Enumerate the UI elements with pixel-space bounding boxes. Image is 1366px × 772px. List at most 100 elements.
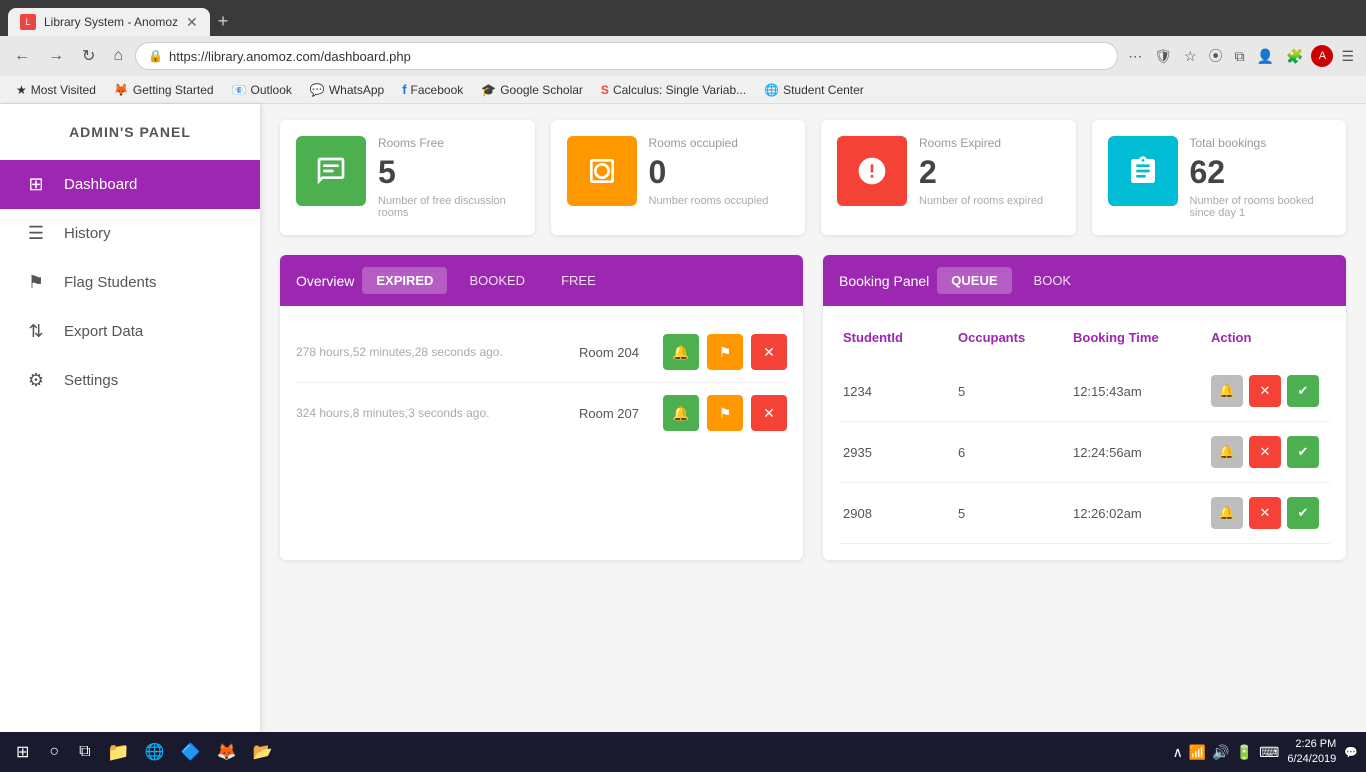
flag-icon: ⚑ (24, 272, 48, 293)
firefox-icon: 🦊 (114, 83, 129, 97)
bookmark-label: Getting Started (133, 83, 214, 97)
battery-icon: 🔋 (1236, 744, 1253, 761)
taskbar-time-display: 2:26 PM (1287, 737, 1336, 752)
bookmark-label: Google Scholar (500, 83, 583, 97)
sidebar-item-export-data[interactable]: ⇅ Export Data (0, 307, 260, 356)
notification-btn[interactable]: 💬 (1344, 746, 1358, 759)
overview-row2-room: Room 207 (579, 406, 639, 421)
sidebar-item-history[interactable]: ☰ History (0, 209, 260, 258)
booking-row3-actions: 🔔 ✕ ✔ (1211, 497, 1326, 529)
booking-row-3: 2908 5 12:26:02am 🔔 ✕ ✔ (839, 483, 1330, 544)
new-tab-button[interactable]: + (210, 7, 237, 36)
bookmark-whatsapp[interactable]: 💬 WhatsApp (302, 81, 392, 99)
confirm-btn-2[interactable]: ✔ (1287, 436, 1319, 468)
network-icon: 📶 (1189, 744, 1206, 761)
notify-btn-2[interactable]: 🔔 (663, 395, 699, 431)
booking-row2-time: 12:24:56am (1073, 445, 1211, 460)
taskbar-file-explorer[interactable]: 📁 (103, 736, 135, 768)
cancel-btn-1[interactable]: ✕ (1249, 375, 1281, 407)
task-view-btn[interactable]: ⧉ (71, 739, 98, 765)
keyboard-icon: ⌨ (1259, 744, 1279, 761)
taskbar-clock[interactable]: 2:26 PM 6/24/2019 (1287, 737, 1336, 768)
booking-tab-queue[interactable]: QUEUE (937, 267, 1011, 294)
system-tray-icons: ∧ 📶 🔊 🔋 ⌨ (1173, 744, 1280, 761)
overview-tab-booked[interactable]: BOOKED (455, 267, 539, 294)
rooms-occupied-info: Rooms occupied 0 Number rooms occupied (649, 136, 790, 207)
bookmark-getting-started[interactable]: 🦊 Getting Started (106, 81, 222, 99)
bell-btn-1[interactable]: 🔔 (1211, 375, 1243, 407)
booking-row2-occupants: 6 (958, 445, 1073, 460)
flag-btn-2[interactable]: ⚑ (707, 395, 743, 431)
profile-btn[interactable]: 👤 (1253, 44, 1278, 69)
remove-btn-2[interactable]: ✕ (751, 395, 787, 431)
bookmark-outlook[interactable]: 📧 Outlook (224, 81, 300, 99)
sidebar-item-label: Flag Students (64, 274, 157, 291)
bookmark-most-visited[interactable]: ★ Most Visited (8, 81, 104, 99)
star-button[interactable]: ☆ (1180, 44, 1201, 69)
shield-button[interactable]: 🛡 (1150, 44, 1176, 69)
start-button[interactable]: ⊞ (8, 738, 37, 766)
whatsapp-icon: 💬 (310, 83, 325, 97)
overview-tab-expired[interactable]: EXPIRED (362, 267, 447, 294)
taskbar-firefox[interactable]: 🦊 (211, 736, 243, 768)
booking-tab-book[interactable]: BOOK (1020, 267, 1086, 294)
stat-card-rooms-expired: Rooms Expired 2 Number of rooms expired (821, 120, 1076, 235)
sidebar-item-settings[interactable]: ⚙ Settings (0, 356, 260, 405)
url-text: https://library.anomoz.com/dashboard.php (169, 49, 411, 64)
col-booking-time: Booking Time (1073, 330, 1211, 345)
rooms-expired-icon-box (837, 136, 907, 206)
stat-card-rooms-free: Rooms Free 5 Number of free discussion r… (280, 120, 535, 235)
taskbar: ⊞ ○ ⧉ 📁 🌐 🔷 🦊 📂 ∧ 📶 🔊 🔋 ⌨ 2:26 PM 6/24/2… (0, 732, 1366, 772)
sidebar-title: ADMIN'S PANEL (0, 104, 260, 160)
confirm-btn-3[interactable]: ✔ (1287, 497, 1319, 529)
bookmark-facebook[interactable]: f Facebook (394, 80, 471, 99)
overview-panel: Overview EXPIRED BOOKED FREE 278 hours,5… (280, 255, 803, 560)
overview-tab-free[interactable]: FREE (547, 267, 610, 294)
total-bookings-label: Total bookings (1190, 136, 1331, 150)
rooms-free-info: Rooms Free 5 Number of free discussion r… (378, 136, 519, 219)
bookmark-google-scholar[interactable]: 🎓 Google Scholar (473, 81, 591, 99)
reload-button[interactable]: ↻ (76, 42, 101, 70)
tab-close-btn[interactable]: ✕ (186, 14, 198, 31)
notify-btn-1[interactable]: 🔔 (663, 334, 699, 370)
taskbar-folder[interactable]: 📂 (247, 736, 279, 768)
split-view-btn[interactable]: ⧉ (1231, 44, 1249, 69)
address-input[interactable]: 🔒 https://library.anomoz.com/dashboard.p… (135, 42, 1118, 70)
bell-btn-2[interactable]: 🔔 (1211, 436, 1243, 468)
overview-row-2: 324 hours,8 minutes,3 seconds ago. Room … (296, 383, 787, 443)
cancel-btn-3[interactable]: ✕ (1249, 497, 1281, 529)
rooms-free-label: Rooms Free (378, 136, 519, 150)
bookmark-calculus[interactable]: S Calculus: Single Variab... (593, 81, 754, 99)
remove-btn-1[interactable]: ✕ (751, 334, 787, 370)
booking-row1-actions: 🔔 ✕ ✔ (1211, 375, 1326, 407)
cancel-btn-2[interactable]: ✕ (1249, 436, 1281, 468)
more-tools-button[interactable]: ⋯ (1124, 44, 1146, 69)
home-button[interactable]: ⌂ (107, 43, 129, 69)
total-bookings-desc: Number of rooms booked since day 1 (1190, 195, 1331, 219)
confirm-btn-1[interactable]: ✔ (1287, 375, 1319, 407)
flag-btn-1[interactable]: ⚑ (707, 334, 743, 370)
extension-btn[interactable]: 🧩 (1282, 44, 1307, 69)
search-button[interactable]: ○ (41, 739, 67, 765)
browser-tab[interactable]: L Library System - Anomoz ✕ (8, 8, 210, 36)
bell-btn-3[interactable]: 🔔 (1211, 497, 1243, 529)
bookmark-student-center[interactable]: 🌐 Student Center (756, 81, 872, 99)
outlook-icon: 📧 (232, 83, 247, 97)
rooms-occupied-icon-box (567, 136, 637, 206)
sidebar-item-dashboard[interactable]: ⊞ Dashboard (0, 160, 260, 209)
sidebar-item-label: Dashboard (64, 176, 137, 193)
col-action: Action (1211, 330, 1326, 345)
bookmark-label: Most Visited (31, 83, 96, 97)
taskbar-vscode[interactable]: 🔷 (175, 736, 207, 768)
back-button[interactable]: ← (8, 43, 36, 69)
sidebar-item-flag-students[interactable]: ⚑ Flag Students (0, 258, 260, 307)
total-bookings-value: 62 (1190, 154, 1331, 191)
reading-view-btn[interactable]: ⦿ (1205, 42, 1227, 70)
taskbar-chrome[interactable]: 🌐 (139, 736, 171, 768)
scholar-icon: 🎓 (481, 83, 496, 97)
tray-up-arrow[interactable]: ∧ (1173, 744, 1183, 761)
menu-button[interactable]: ☰ (1337, 44, 1358, 69)
avatar-btn[interactable]: A (1311, 45, 1333, 67)
booking-row2-actions: 🔔 ✕ ✔ (1211, 436, 1326, 468)
forward-button[interactable]: → (42, 43, 70, 69)
